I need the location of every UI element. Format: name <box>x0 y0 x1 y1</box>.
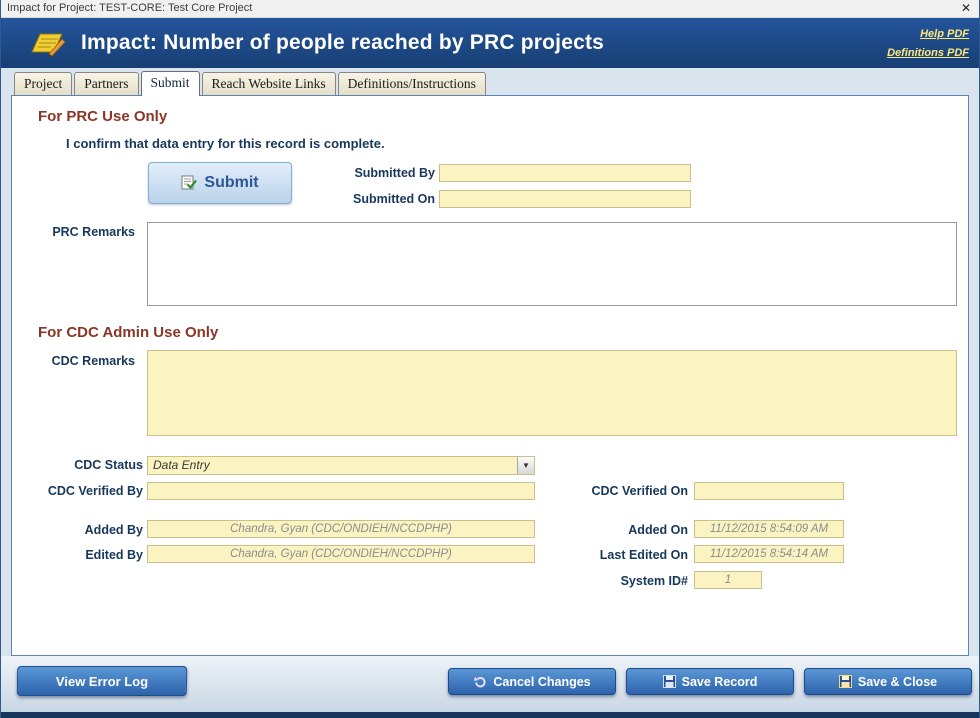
last-edited-on-label: Last Edited On <box>492 548 688 562</box>
cdc-status-dropdown[interactable]: Data Entry ▼ <box>147 456 535 475</box>
tab-submit[interactable]: Submit <box>141 71 200 96</box>
tab-project[interactable]: Project <box>14 72 72 95</box>
edited-by-label: Edited By <box>22 548 143 562</box>
submitted-on-label: Submitted On <box>239 192 435 206</box>
cdc-remarks-textarea[interactable] <box>147 350 957 436</box>
save-record-label: Save Record <box>682 675 758 689</box>
form-header: Impact: Number of people reached by PRC … <box>1 18 979 68</box>
cdc-verified-on-label: CDC Verified On <box>492 484 688 498</box>
view-error-log-button[interactable]: View Error Log <box>17 666 188 696</box>
submitted-by-input[interactable] <box>439 164 691 182</box>
tab-definitions-instructions[interactable]: Definitions/Instructions <box>338 72 486 95</box>
prc-section-heading: For PRC Use Only <box>38 108 167 125</box>
added-by-input[interactable] <box>147 520 535 538</box>
impact-window: Impact for Project: TEST-CORE: Test Core… <box>0 0 980 718</box>
cdc-status-label: CDC Status <box>22 458 143 472</box>
submitted-by-label: Submitted By <box>239 166 435 180</box>
save-close-label: Save & Close <box>858 675 937 689</box>
cdc-verified-by-label: CDC Verified By <box>22 484 143 498</box>
added-by-label: Added By <box>22 523 143 537</box>
cdc-status-value: Data Entry <box>148 458 517 472</box>
tab-strip: Project Partners Submit Reach Website Li… <box>1 68 979 95</box>
form-check-icon <box>181 175 197 191</box>
window-title: Impact for Project: TEST-CORE: Test Core… <box>7 2 961 14</box>
header-links: Help PDF Definitions PDF <box>887 26 969 59</box>
floppy-disk-icon <box>663 675 676 688</box>
save-close-button[interactable]: Save & Close <box>804 668 972 695</box>
system-id-input[interactable] <box>694 571 762 589</box>
page-title: Impact: Number of people reached by PRC … <box>81 31 604 55</box>
confirm-statement: I confirm that data entry for this recor… <box>66 136 385 151</box>
tab-partners[interactable]: Partners <box>74 72 138 95</box>
last-edited-on-input[interactable] <box>694 545 844 563</box>
undo-arrow-icon <box>473 675 487 689</box>
window-titlebar: Impact for Project: TEST-CORE: Test Core… <box>1 0 979 18</box>
save-record-button[interactable]: Save Record <box>626 668 794 695</box>
cancel-changes-button[interactable]: Cancel Changes <box>448 668 616 695</box>
note-pencil-icon <box>29 29 67 57</box>
tab-reach-website-links[interactable]: Reach Website Links <box>202 72 336 95</box>
close-icon[interactable]: ✕ <box>961 2 971 14</box>
prc-remarks-textarea[interactable] <box>147 222 957 306</box>
system-id-label: System ID# <box>492 574 688 588</box>
edited-by-input[interactable] <box>147 545 535 563</box>
cdc-remarks-label: CDC Remarks <box>22 354 135 368</box>
chevron-down-icon[interactable]: ▼ <box>517 457 534 474</box>
footer-bar: View Error Log Cancel Changes Save Recor… <box>1 656 979 712</box>
cdc-verified-on-input[interactable] <box>694 482 844 500</box>
cdc-verified-by-input[interactable] <box>147 482 535 500</box>
prc-remarks-label: PRC Remarks <box>22 225 135 239</box>
cdc-section-heading: For CDC Admin Use Only <box>38 324 218 341</box>
cancel-changes-label: Cancel Changes <box>493 675 590 689</box>
window-bottom-edge <box>1 712 979 718</box>
added-on-label: Added On <box>492 523 688 537</box>
submit-tab-panel: For PRC Use Only I confirm that data ent… <box>11 95 969 656</box>
floppy-disk-icon <box>839 675 852 688</box>
definitions-pdf-link[interactable]: Definitions PDF <box>887 47 969 59</box>
submitted-on-input[interactable] <box>439 190 691 208</box>
added-on-input[interactable] <box>694 520 844 538</box>
view-error-log-label: View Error Log <box>56 674 148 689</box>
help-pdf-link[interactable]: Help PDF <box>920 28 969 40</box>
